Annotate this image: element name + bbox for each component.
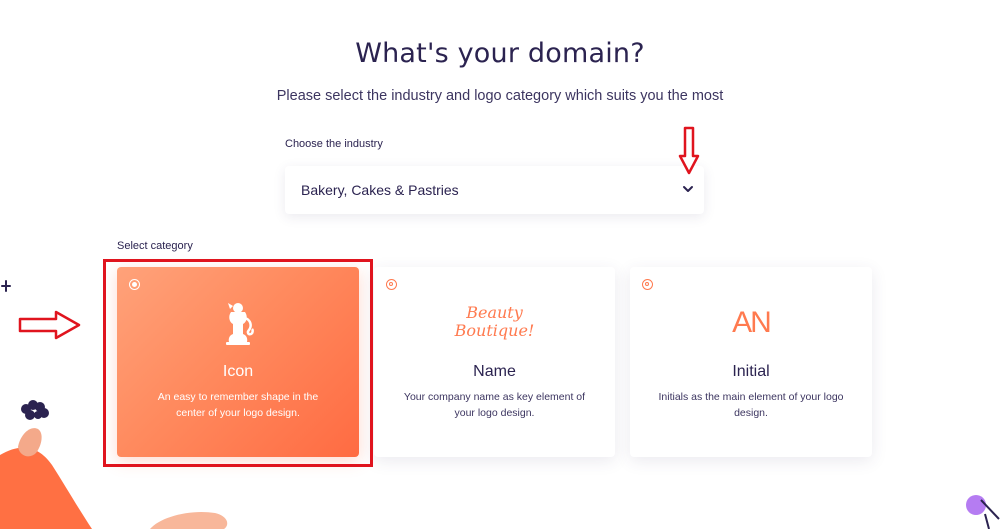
cursor-decoration-icon	[966, 495, 1000, 529]
category-label: Select category	[117, 240, 193, 252]
radio-unselected-icon[interactable]	[386, 279, 397, 290]
card-title: Name	[473, 363, 516, 380]
logo-word-2: Boutique!	[454, 321, 535, 340]
name-logo-sample: Beauty Boutique!	[455, 304, 535, 340]
annotation-arrow-down-icon	[678, 126, 700, 175]
card-visual: Beauty Boutique!	[374, 300, 615, 346]
industry-select-value: Bakery, Cakes & Pastries	[301, 182, 459, 198]
radio-selected-icon[interactable]	[129, 279, 140, 290]
page-title: What's your domain?	[355, 38, 645, 69]
card-title: Initial	[732, 363, 770, 380]
logo-word-1: Beauty	[466, 303, 523, 322]
initial-logo-sample: AN	[732, 306, 772, 339]
category-card-name[interactable]: Beauty Boutique! Name Your company name …	[374, 267, 615, 457]
card-visual	[117, 300, 359, 346]
card-title: Icon	[222, 363, 254, 380]
card-visual: AN	[630, 300, 872, 346]
industry-label: Choose the industry	[285, 138, 383, 150]
sparkle-decoration-icon	[1, 280, 11, 292]
category-card-initial[interactable]: AN Initial Initials as the main element …	[630, 267, 872, 457]
page-subtitle: Please select the industry and logo cate…	[276, 88, 724, 104]
person-illustration-icon	[0, 400, 228, 529]
industry-select[interactable]: Bakery, Cakes & Pastries	[285, 166, 704, 214]
lion-crest-icon	[226, 303, 254, 345]
radio-unselected-icon[interactable]	[642, 279, 653, 290]
card-description: Your company name as key element of your…	[403, 391, 586, 419]
chevron-down-icon[interactable]	[682, 184, 694, 194]
annotation-arrow-right-icon	[18, 310, 81, 340]
card-description: Initials as the main element of your log…	[658, 391, 844, 419]
